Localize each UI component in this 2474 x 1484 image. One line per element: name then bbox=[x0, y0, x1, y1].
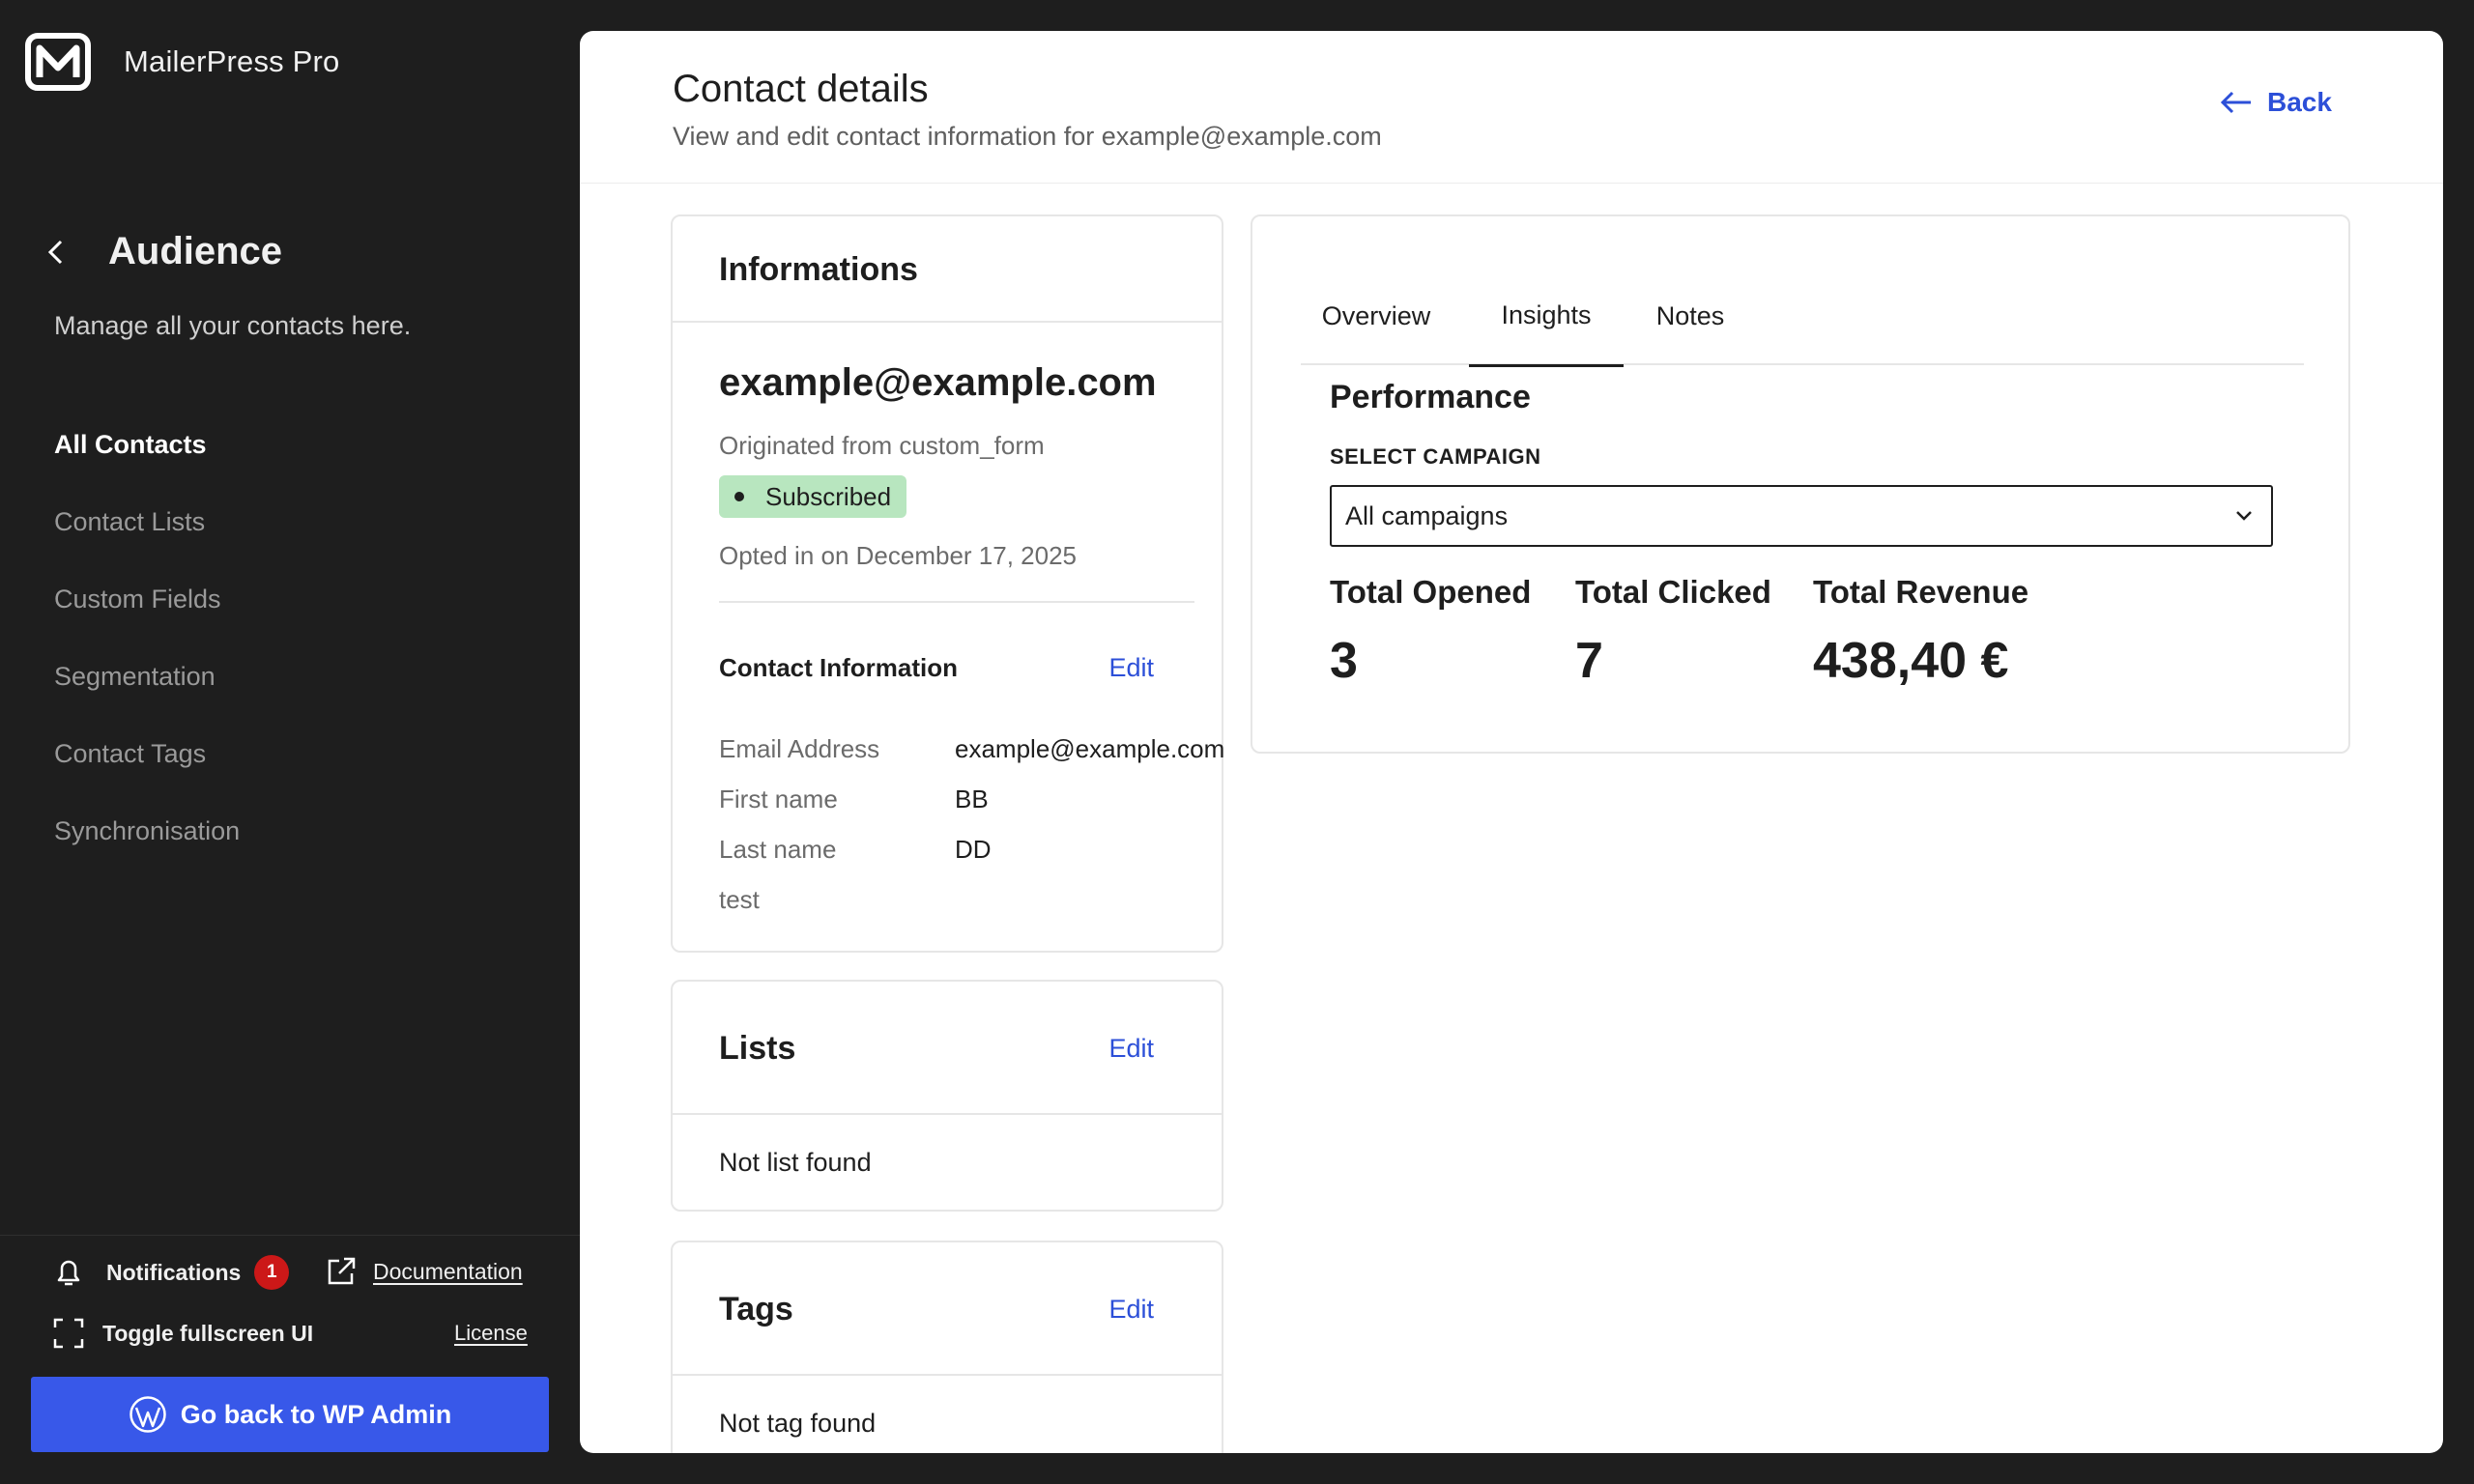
back-button[interactable]: Back bbox=[2219, 87, 2332, 118]
divider bbox=[719, 601, 1194, 603]
lists-card: Lists Edit Not list found bbox=[671, 980, 1223, 1212]
stat-total-opened: Total Opened 3 bbox=[1330, 574, 1531, 690]
external-link-icon bbox=[328, 1257, 356, 1285]
fullscreen-label: Toggle fullscreen UI bbox=[102, 1320, 314, 1346]
contact-origin: Originated from custom_form bbox=[719, 431, 1045, 460]
field-label-last-name: Last name bbox=[719, 835, 837, 864]
mailerpress-logo-icon bbox=[25, 33, 91, 91]
tags-empty-message: Not tag found bbox=[719, 1409, 877, 1438]
chevron-left-icon[interactable] bbox=[44, 237, 68, 268]
card-header: Informations bbox=[673, 216, 1222, 323]
field-label-test: test bbox=[719, 885, 760, 914]
lists-empty-message: Not list found bbox=[719, 1148, 872, 1177]
field-label-first-name: First name bbox=[719, 785, 838, 813]
card-header: Tags Edit bbox=[673, 1242, 1222, 1376]
notification-count-badge: 1 bbox=[254, 1255, 290, 1290]
contact-information-title: Contact Information bbox=[719, 653, 958, 682]
stat-label: Total Revenue bbox=[1813, 574, 2029, 610]
stat-total-revenue: Total Revenue 438,40 € bbox=[1813, 574, 2028, 690]
bell-icon bbox=[57, 1260, 80, 1286]
contact-email: example@example.com bbox=[719, 361, 1157, 404]
field-value-last-name: DD bbox=[955, 835, 992, 864]
page-subtitle: View and edit contact information for ex… bbox=[673, 122, 1382, 151]
page-title: Contact details bbox=[673, 68, 929, 110]
wp-admin-button[interactable]: Go back to WP Admin bbox=[31, 1377, 549, 1452]
license-link[interactable]: License bbox=[454, 1321, 528, 1346]
section-title: Audience bbox=[108, 230, 283, 272]
stat-value: 3 bbox=[1330, 633, 1358, 689]
card-title: Informations bbox=[719, 251, 918, 288]
edit-contact-info-link[interactable]: Edit bbox=[1108, 653, 1154, 683]
toggle-fullscreen-button[interactable]: Toggle fullscreen UI bbox=[52, 1317, 313, 1350]
documentation-link[interactable]: Documentation bbox=[325, 1255, 523, 1288]
page-header: Contact details View and edit contact in… bbox=[580, 31, 2443, 184]
main-panel: Contact details View and edit contact in… bbox=[580, 31, 2443, 1453]
wp-admin-label: Go back to WP Admin bbox=[180, 1399, 452, 1429]
sidebar-item-all-contacts[interactable]: All Contacts bbox=[54, 425, 240, 502]
sidebar-item-custom-fields[interactable]: Custom Fields bbox=[54, 580, 240, 657]
opted-in-date: Opted in on December 17, 2025 bbox=[719, 541, 1078, 570]
chevron-down-icon bbox=[2236, 511, 2252, 521]
sidebar-footer: Notifications 1 Documentation Toggle ful… bbox=[0, 1235, 580, 1484]
stat-value: 7 bbox=[1575, 633, 1603, 689]
select-campaign-label: SELECT CAMPAIGN bbox=[1330, 444, 1541, 469]
tags-card: Tags Edit Not tag found bbox=[671, 1241, 1223, 1453]
notifications-button[interactable]: Notifications 1 bbox=[54, 1255, 290, 1290]
card-title: Tags bbox=[719, 1291, 793, 1327]
field-label-email: Email Address bbox=[719, 734, 880, 763]
field-value-first-name: BB bbox=[955, 785, 989, 813]
status-label: Subscribed bbox=[765, 481, 892, 511]
stat-value: 438,40 € bbox=[1813, 633, 2009, 689]
sidebar-item-contact-lists[interactable]: Contact Lists bbox=[54, 502, 240, 580]
sidebar-item-contact-tags[interactable]: Contact Tags bbox=[54, 734, 240, 812]
card-title: Lists bbox=[719, 1030, 796, 1067]
tab-insights[interactable]: Insights bbox=[1469, 267, 1624, 367]
tab-notes[interactable]: Notes bbox=[1624, 267, 1757, 365]
tab-overview[interactable]: Overview bbox=[1301, 267, 1452, 365]
notifications-label: Notifications bbox=[106, 1259, 242, 1285]
app-name: MailerPress Pro bbox=[124, 44, 340, 78]
wordpress-icon bbox=[129, 1396, 166, 1433]
edit-tags-link[interactable]: Edit bbox=[1108, 1295, 1154, 1325]
sidebar: MailerPress Pro Audience Manage all your… bbox=[0, 0, 580, 1484]
back-label: Back bbox=[2267, 87, 2332, 117]
tab-bar: Overview Insights Notes bbox=[1301, 267, 2304, 367]
sidebar-item-segmentation[interactable]: Segmentation bbox=[54, 657, 240, 734]
performance-card: Overview Insights Notes Performance SELE… bbox=[1251, 214, 2350, 754]
stat-label: Total Clicked bbox=[1575, 574, 1771, 610]
status-dot-icon bbox=[734, 492, 744, 501]
fullscreen-icon bbox=[53, 1318, 84, 1349]
informations-card: Informations example@example.com Origina… bbox=[671, 214, 1225, 953]
field-value-email: example@example.com bbox=[955, 734, 1225, 763]
edit-lists-link[interactable]: Edit bbox=[1108, 1034, 1154, 1064]
sidebar-nav: All Contacts Contact Lists Custom Fields… bbox=[54, 425, 240, 889]
performance-title: Performance bbox=[1330, 379, 1531, 415]
section-description: Manage all your contacts here. bbox=[54, 311, 412, 340]
documentation-label: Documentation bbox=[373, 1258, 523, 1284]
status-badge: Subscribed bbox=[719, 475, 907, 518]
card-header: Lists Edit bbox=[673, 982, 1222, 1115]
campaign-select[interactable]: All campaigns bbox=[1330, 485, 2273, 547]
section-header: Audience bbox=[44, 230, 282, 273]
arrow-left-icon bbox=[2220, 91, 2251, 114]
brand[interactable]: MailerPress Pro bbox=[25, 33, 340, 91]
stat-total-clicked: Total Clicked 7 bbox=[1575, 574, 1771, 690]
stat-label: Total Opened bbox=[1330, 574, 1532, 610]
campaign-select-value: All campaigns bbox=[1345, 500, 1509, 530]
sidebar-item-synchronisation[interactable]: Synchronisation bbox=[54, 812, 240, 889]
